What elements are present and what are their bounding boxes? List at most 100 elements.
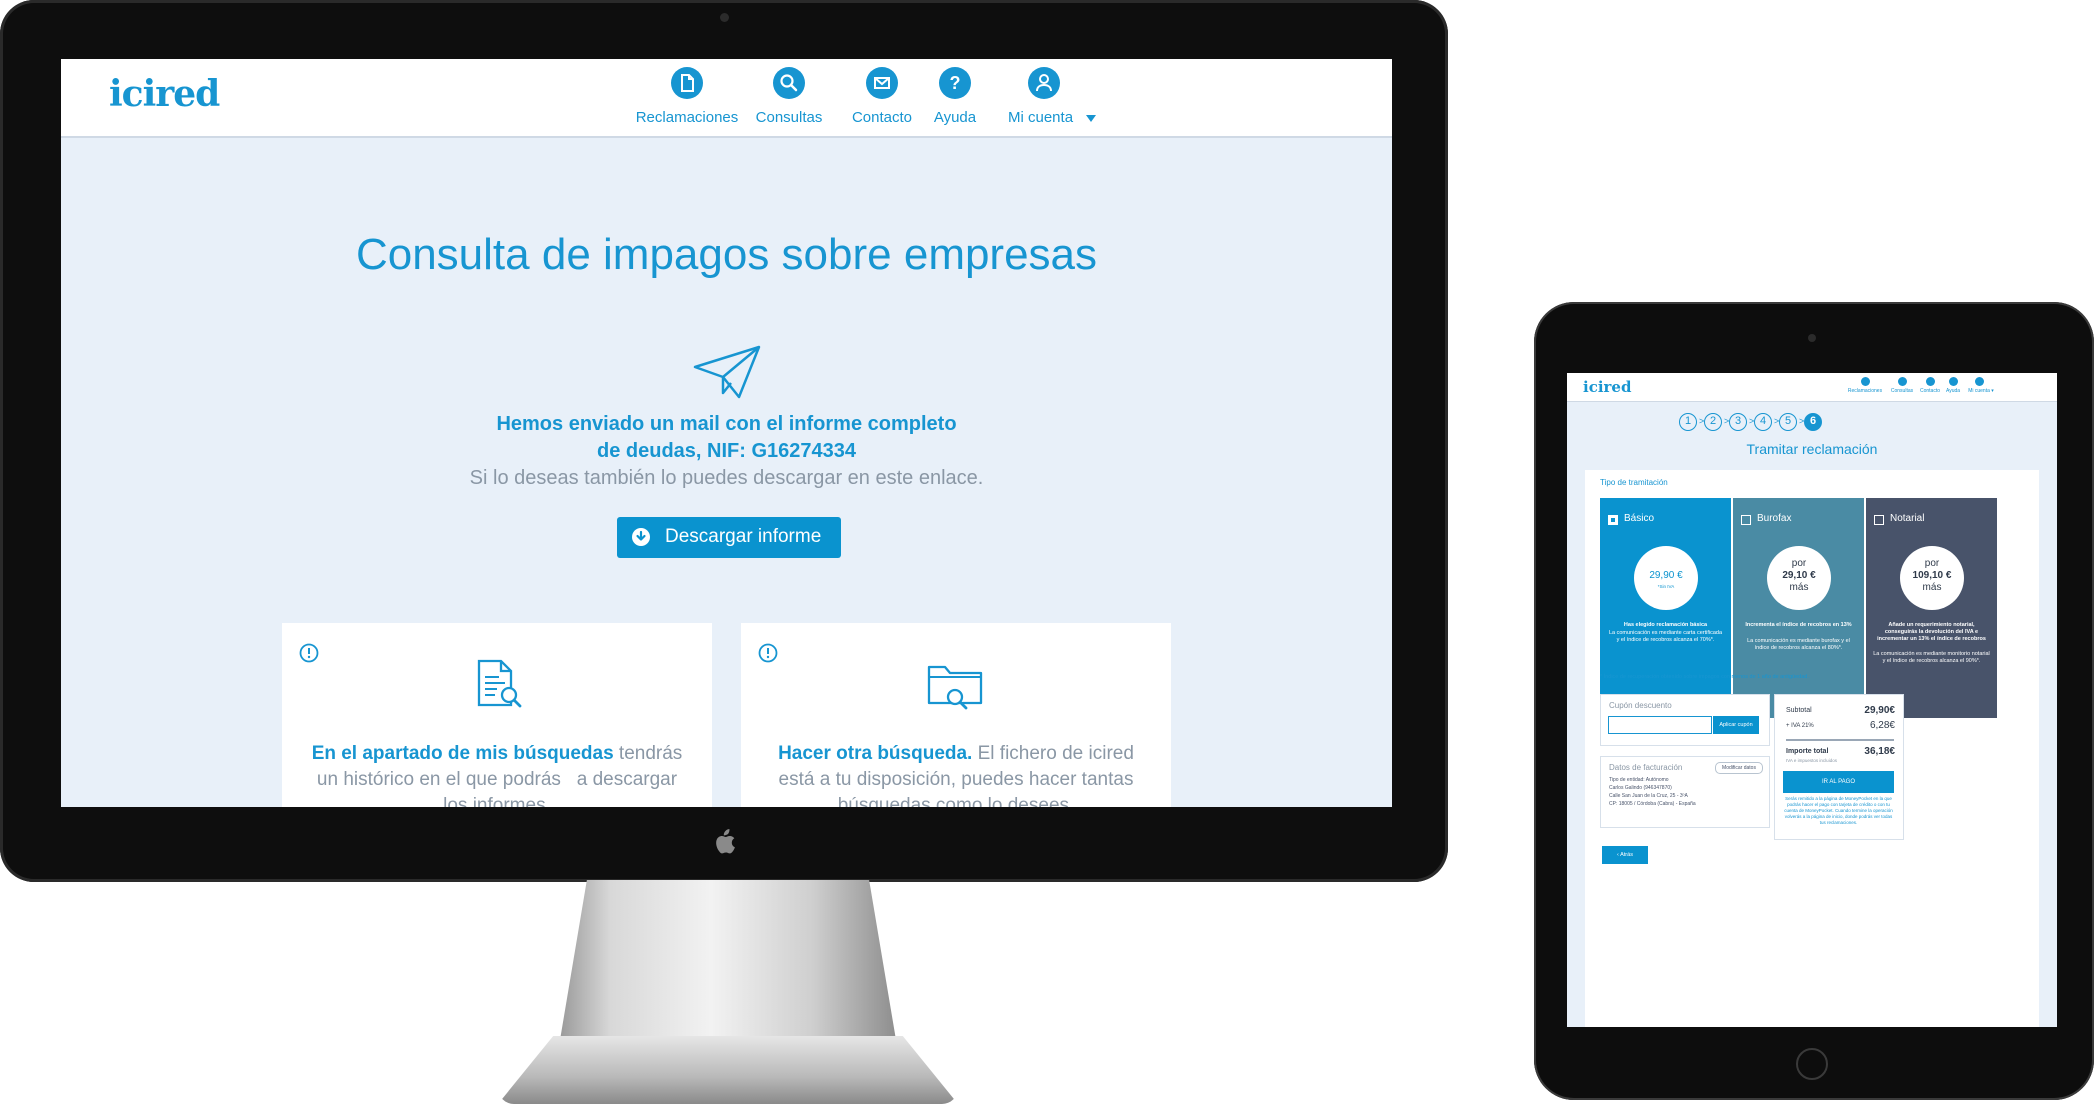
plan-desc-bold: Incrementa el índice de recobros en 13% [1745, 622, 1852, 628]
coupon-input[interactable] [1608, 716, 1712, 734]
nav-label: Ayuda [1945, 388, 1961, 394]
step-2[interactable]: 2 [1704, 413, 1722, 431]
price-value: 29,10 € [1782, 570, 1816, 581]
card-text-line1: En el apartado de mis búsquedas tendrás [282, 743, 712, 765]
nav-item-consultas[interactable]: Consultas [1887, 377, 1917, 399]
step-5[interactable]: 5 [1779, 413, 1797, 431]
imac-stand [560, 880, 896, 1040]
mail-icon [866, 67, 898, 99]
subtotal-label: Subtotal [1786, 707, 1812, 714]
section-label: Tipo de tramitación [1600, 478, 1668, 487]
card-highlight[interactable]: Hacer otra búsqueda. [778, 743, 972, 764]
billing-line: Tipo de entidad: Autónomo [1609, 777, 1669, 783]
svg-text:?: ? [950, 73, 961, 93]
card-highlight[interactable]: En el apartado de mis búsquedas [312, 743, 614, 764]
order-summary: Subtotal 29,90€ + IVA 21% 6,28€ Importe … [1774, 694, 1904, 840]
card-text: El fichero de icired [972, 743, 1134, 764]
price-prefix: por [1791, 558, 1807, 569]
plan-name: Burofax [1757, 513, 1792, 524]
nav-label: Ayuda [933, 109, 977, 126]
nav-label: Reclamaciones [1847, 388, 1883, 394]
logo[interactable]: icired [109, 73, 220, 115]
nav-item-mi-cuenta[interactable]: Mi cuenta ▾ [1963, 377, 1999, 399]
download-icon [631, 527, 651, 547]
nav-item-contacto[interactable]: Contacto [832, 67, 932, 129]
coupon-label: Cupón descuento [1609, 701, 1672, 710]
price-badge: por 29,10 € más [1767, 546, 1831, 610]
coupon-box: Cupón descuento Aplicar cupón [1600, 694, 1770, 746]
ipad-camera [1808, 334, 1816, 342]
iva-value: 6,28€ [1869, 720, 1895, 731]
mail-icon [1926, 377, 1935, 386]
price-badge: por 109,10 € más [1900, 546, 1964, 610]
user-icon [1028, 67, 1060, 99]
nav-label: Consultas [1890, 388, 1914, 394]
step-1[interactable]: 1 [1679, 413, 1697, 431]
step-4[interactable]: 4 [1754, 413, 1772, 431]
stepper: 1 > 2 > 3 > 4 > 5 > 6 [1679, 413, 1839, 433]
folder-search-icon [925, 657, 985, 713]
plan-desc: La comunicación es mediante burofax y el… [1747, 638, 1850, 651]
ipad-home-button [1796, 1048, 1828, 1080]
card-text-line1: Hacer otra búsqueda. El fichero de icire… [741, 743, 1171, 765]
plan-notarial[interactable]: Notarial por 109,10 € más Añade un reque… [1866, 498, 1997, 718]
new-search-card[interactable]: Hacer otra búsqueda. El fichero de icire… [741, 623, 1171, 807]
tablet-page-title: Tramitar reclamación [1746, 441, 1878, 457]
checkbox-unchecked[interactable] [1874, 515, 1884, 525]
total-note: IVA e impuestos incluidos [1786, 758, 1837, 763]
plan-desc-bold: Añade un requerimiento notarial, consegu… [1877, 622, 1986, 642]
info-icon [299, 643, 319, 663]
billing-box: Datos de facturación Modificar datos Tip… [1600, 756, 1770, 828]
checkout-panel: Tipo de tramitación Básico 29,90 € *Sin … [1585, 470, 2039, 1027]
subtotal-value: 29,90€ [1864, 705, 1895, 716]
checkbox-checked[interactable] [1608, 515, 1618, 525]
desktop-screen: icired Reclamaciones Consultas Contacto … [61, 59, 1392, 807]
nav-item-reclamaciones[interactable]: Reclamaciones [627, 67, 747, 129]
price-badge: 29,90 € *Sin IVA [1634, 546, 1698, 610]
plan-name: Notarial [1890, 513, 1925, 524]
step-3[interactable]: 3 [1729, 413, 1747, 431]
download-report-button[interactable]: Descargar informe [617, 517, 841, 558]
pay-button[interactable]: IR AL PAGO [1783, 771, 1894, 793]
search-icon [1898, 377, 1907, 386]
price-prefix: por [1924, 558, 1940, 569]
price-suffix: más [1789, 582, 1809, 593]
card-text-line3: los informes. [443, 795, 551, 807]
card-text-line3: búsquedas como lo desees. [837, 795, 1075, 807]
card-text-line2: está a tu disposición, puedes hacer tant… [778, 769, 1134, 790]
price-value: 29,90 € [1649, 570, 1683, 581]
billing-line: CP: 18005 / Córdoba (Cabra) - España [1609, 801, 1696, 807]
apple-logo-icon [712, 826, 736, 856]
logo[interactable]: icired [1583, 378, 1631, 396]
modify-data-button[interactable]: Modificar datos [1715, 762, 1763, 774]
card-text: tendrás [613, 743, 683, 764]
document-icon [671, 67, 703, 99]
plan-desc: La comunicación es mediante monitorio no… [1873, 651, 1990, 664]
help-icon [1949, 377, 1958, 386]
nav-item-reclamaciones[interactable]: Reclamaciones [1845, 377, 1885, 399]
imac-camera [720, 13, 729, 22]
nav-item-ayuda[interactable]: ? Ayuda [920, 67, 990, 129]
my-searches-card[interactable]: En el apartado de mis búsquedas tendrás … [282, 623, 712, 807]
plan-name: Básico [1624, 513, 1655, 524]
nav-item-mi-cuenta[interactable]: Mi cuenta [1002, 67, 1102, 129]
checkbox-unchecked[interactable] [1741, 515, 1751, 525]
nav-item-ayuda[interactable]: Ayuda [1941, 377, 1965, 399]
nav-label: Reclamaciones [635, 109, 739, 126]
plan-basico[interactable]: Básico 29,90 € *Sin IVA Has elegido recl… [1600, 498, 1731, 718]
pay-note: Serás remitido a la página de MoneyPocke… [1784, 796, 1893, 825]
nav-label: Consultas [755, 109, 823, 126]
nav-label: Contacto [851, 109, 913, 126]
apply-coupon-button[interactable]: Aplicar cupón [1713, 716, 1759, 734]
billing-line: Carlos Galindo (946347870) [1609, 785, 1672, 791]
back-button[interactable]: ‹ Atrás [1602, 846, 1648, 864]
step-6-active[interactable]: 6 [1804, 413, 1822, 431]
iva-label: + IVA 21% [1786, 723, 1814, 729]
divider [1786, 739, 1894, 741]
total-label: Importe total [1786, 748, 1829, 755]
plan-burofax[interactable]: Burofax por 29,10 € más Incrementa el ín… [1733, 498, 1864, 718]
nav-item-consultas[interactable]: Consultas [739, 67, 839, 129]
user-icon [1975, 377, 1984, 386]
document-icon [1861, 377, 1870, 386]
nav-label: Mi cuenta [1008, 109, 1074, 126]
